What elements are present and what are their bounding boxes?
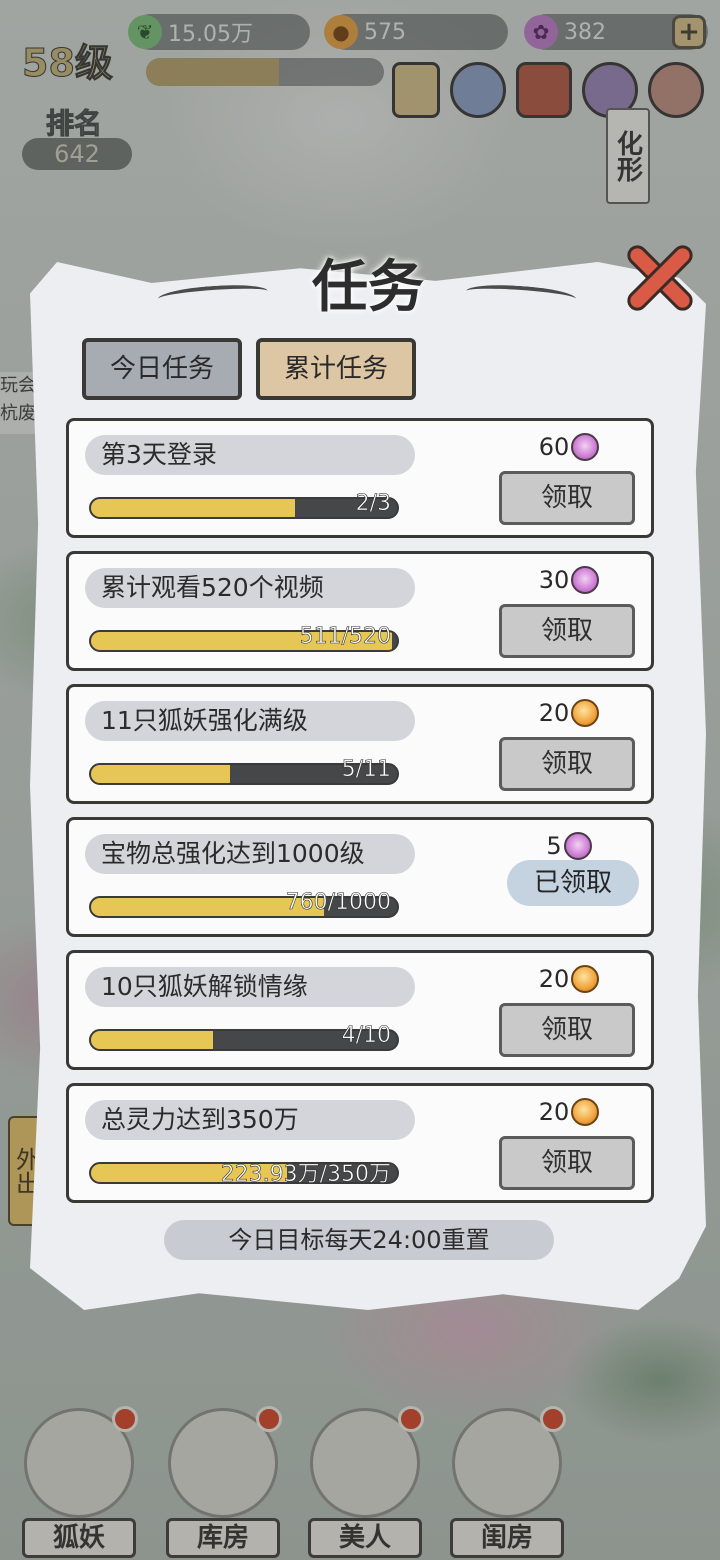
task-name: 宝物总强化达到1000级 (85, 834, 415, 874)
coin-icon (571, 699, 600, 727)
task-card: 11只狐妖强化满级 5/11 20 领取 (66, 684, 654, 804)
claim-button[interactable]: 领取 (499, 737, 635, 791)
task-reward: 30 (509, 566, 629, 594)
coin-icon (571, 965, 600, 993)
gem-icon (563, 832, 592, 860)
task-name: 10只狐妖解锁情缘 (85, 967, 415, 1007)
task-reward: 5 (509, 832, 629, 860)
task-card: 10只狐妖解锁情缘 4/10 20 领取 (66, 950, 654, 1070)
claim-button[interactable]: 领取 (499, 1136, 635, 1190)
gem-icon (571, 433, 600, 461)
task-card: 累计观看520个视频 511/520 30 领取 (66, 551, 654, 671)
task-reward: 20 (509, 699, 629, 727)
task-progress-text: 760/1000 (285, 890, 391, 916)
task-name: 总灵力达到350万 (85, 1100, 415, 1140)
task-progress-text: 4/10 (341, 1023, 391, 1049)
coin-icon (571, 1098, 600, 1126)
task-reward-amount: 30 (538, 566, 570, 594)
task-reward-amount: 20 (538, 965, 570, 993)
task-progress-text: 223.93万/350万 (220, 1162, 391, 1188)
task-reward: 20 (509, 1098, 629, 1126)
tab-cumulative-tasks[interactable]: 累计任务 (256, 338, 416, 400)
task-progress-text: 511/520 (299, 624, 391, 650)
claim-button[interactable]: 领取 (499, 471, 635, 525)
task-reward-amount: 60 (538, 433, 570, 461)
modal-title: 任务 (312, 255, 424, 320)
task-card: 总灵力达到350万 223.93万/350万 20 领取 (66, 1083, 654, 1203)
task-reward: 60 (509, 433, 629, 461)
claim-button[interactable]: 领取 (499, 604, 635, 658)
task-reward-amount: 20 (538, 699, 570, 727)
task-name: 第3天登录 (85, 435, 415, 475)
task-name: 11只狐妖强化满级 (85, 701, 415, 741)
task-progress-text: 2/3 (355, 491, 391, 517)
close-button[interactable] (618, 236, 702, 320)
gem-icon (571, 566, 600, 594)
tab-today-tasks[interactable]: 今日任务 (82, 338, 242, 400)
task-modal: 任务 今日任务 累计任务 第3天登录 2/3 60 领取 累计观看520个视频 … (30, 241, 706, 1310)
task-reward: 20 (509, 965, 629, 993)
task-progress-text: 5/11 (341, 757, 391, 783)
task-card: 第3天登录 2/3 60 领取 (66, 418, 654, 538)
task-reward-amount: 5 (546, 832, 562, 860)
task-card: 宝物总强化达到1000级 760/1000 5 已领取 (66, 817, 654, 937)
claim-button[interactable]: 领取 (499, 1003, 635, 1057)
task-name: 累计观看520个视频 (85, 568, 415, 608)
claimed-badge: 已领取 (507, 860, 639, 906)
reset-note: 今日目标每天24:00重置 (164, 1220, 554, 1260)
task-reward-amount: 20 (538, 1098, 570, 1126)
